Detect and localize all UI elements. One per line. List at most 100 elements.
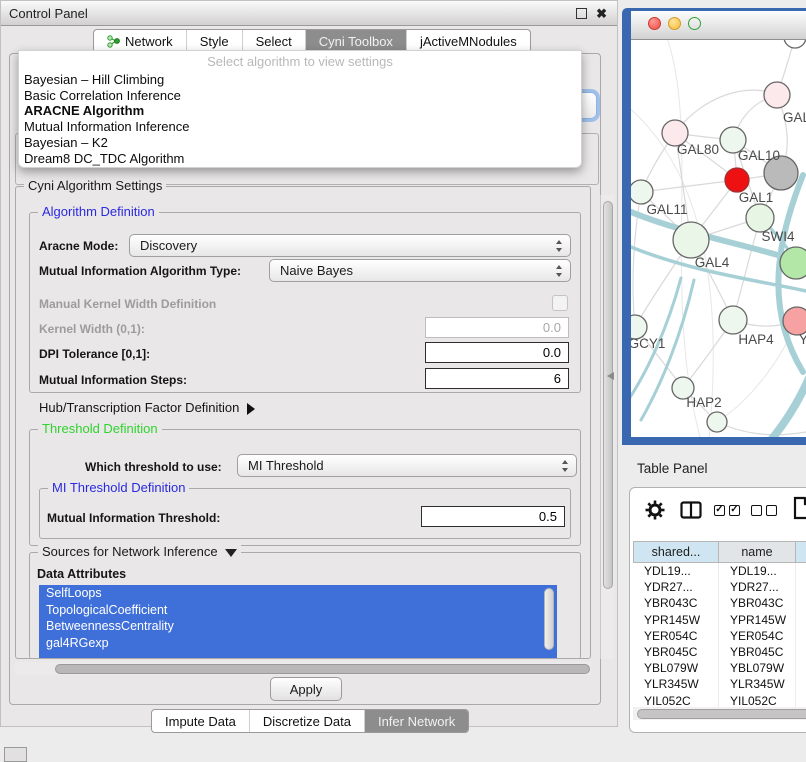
mi-algorithm-type-combo[interactable]: Naive Bayes	[269, 259, 571, 282]
attribute-list-item[interactable]: BetweennessCentrality	[39, 618, 557, 635]
table-cell: YLR345W	[633, 676, 719, 692]
network-node-label: Y	[799, 332, 806, 347]
control-panel-window: Control Panel ✖ Network S	[0, 0, 618, 727]
network-node[interactable]	[780, 247, 806, 279]
attributes-scrollbar[interactable]	[544, 588, 554, 650]
settings-vertical-scrollbar[interactable]	[600, 195, 614, 659]
float-window-icon[interactable]	[576, 8, 587, 19]
unchecked-checkbox-icon[interactable]	[766, 505, 777, 516]
scrollbar-thumb[interactable]	[55, 664, 590, 674]
network-node-label: HAP4	[738, 332, 774, 347]
table-cell: 9.	[796, 644, 806, 660]
file-icon[interactable]	[793, 496, 806, 525]
network-node-label: SWI4	[761, 229, 794, 244]
algorithm-option[interactable]: Mutual Information Inference	[19, 119, 581, 135]
gear-icon[interactable]	[644, 499, 666, 526]
network-edge[interactable]	[771, 378, 806, 437]
hub-definition-toggle[interactable]: Hub/Transcription Factor Definition	[39, 400, 255, 415]
network-node[interactable]	[784, 40, 806, 48]
algorithm-option[interactable]: Dream8 DC_TDC Algorithm	[19, 151, 581, 167]
control-panel-title: Control Panel	[1, 6, 88, 21]
table-row[interactable]: YER054CYER054C8.	[630, 628, 806, 644]
checked-checkbox-icon[interactable]: ✓	[729, 505, 740, 516]
tab-impute-data[interactable]: Impute Data	[152, 710, 249, 732]
expanded-arrow-icon[interactable]	[225, 549, 237, 557]
data-attributes-list[interactable]: SelfLoopsTopologicalCoefficientBetweenne…	[39, 585, 557, 658]
network-node[interactable]	[707, 412, 727, 432]
cyni-algorithm-settings-legend: Cyni Algorithm Settings	[24, 178, 166, 193]
network-icon	[107, 35, 120, 48]
mi-threshold-input[interactable]: 0.5	[421, 506, 565, 527]
aracne-mode-value: Discovery	[140, 238, 197, 253]
table-row[interactable]: YDL19...YDL19...13	[630, 563, 806, 579]
close-icon[interactable]: ✖	[596, 7, 607, 20]
algorithm-option[interactable]: Bayesian – K2	[19, 135, 581, 151]
tab-select[interactable]: Select	[242, 30, 305, 52]
attribute-list-item[interactable]: SelfLoops	[39, 585, 557, 602]
algorithm-option[interactable]: Bayesian – Hill Climbing	[19, 72, 581, 88]
network-node-label: GAL4	[695, 255, 730, 270]
table-row[interactable]: YDR27...YDR27...12	[630, 579, 806, 595]
tab-network[interactable]: Network	[94, 30, 186, 52]
network-node[interactable]	[725, 168, 749, 192]
table-column-header[interactable]: name	[719, 541, 796, 563]
minimize-traffic-light[interactable]	[668, 17, 681, 30]
panel-corner-button[interactable]	[4, 747, 27, 762]
table-column-header[interactable]: shared...	[633, 541, 719, 563]
network-canvas[interactable]: GALGAL80GAL10GAL1GAL11SWI4GAL4GCY1HAP4YH…	[631, 40, 806, 437]
checked-checkbox-icon[interactable]: ✓	[714, 505, 725, 516]
table-cell: YBR043C	[633, 595, 719, 611]
network-node[interactable]	[783, 307, 806, 335]
table-row[interactable]: YPR145WYPR145W9.	[630, 612, 806, 628]
table-header-row: shared...name	[630, 541, 806, 563]
tab-infer-network[interactable]: Infer Network	[364, 710, 468, 732]
tab-discretize-data[interactable]: Discretize Data	[249, 710, 364, 732]
table-cell: 12	[796, 579, 806, 595]
which-threshold-combo[interactable]: MI Threshold	[237, 454, 577, 477]
close-traffic-light[interactable]	[648, 17, 661, 30]
zoom-traffic-light[interactable]	[688, 17, 701, 30]
table-cell: YDL19...	[719, 563, 796, 579]
kernel-width-input[interactable]: 0.0	[425, 317, 569, 338]
tab-jactivemnodules[interactable]: jActiveMNodules	[406, 30, 530, 52]
network-edge[interactable]	[675, 90, 777, 133]
algorithm-option[interactable]: Basic Correlation Inference	[19, 88, 581, 104]
dpi-tolerance-input[interactable]: 0.0	[425, 342, 569, 363]
algorithm-option[interactable]: ARACNE Algorithm	[19, 103, 581, 119]
tab-label: Infer Network	[378, 714, 455, 729]
network-window-titlebar	[631, 11, 806, 40]
collapsed-arrow-icon	[247, 403, 255, 415]
manual-kernel-width-checkbox[interactable]	[552, 295, 568, 311]
apply-button[interactable]: Apply	[270, 677, 342, 701]
tab-style[interactable]: Style	[186, 30, 242, 52]
combo-arrows-icon	[556, 265, 563, 277]
table-panel: ✓ ✓ shared...name YDL19...YDL19...13YDR2…	[629, 487, 806, 733]
unchecked-checkbox-icon[interactable]	[751, 505, 762, 516]
scrollbar-thumb[interactable]	[603, 201, 613, 589]
network-edge[interactable]	[717, 422, 806, 435]
network-node[interactable]	[631, 180, 653, 204]
table-column-header[interactable]	[796, 541, 806, 563]
mi-steps-input[interactable]: 6	[425, 368, 569, 389]
network-node[interactable]	[673, 222, 709, 258]
tab-cyni-toolbox[interactable]: Cyni Toolbox	[305, 30, 406, 52]
attribute-list-item[interactable]: TopologicalCoefficient	[39, 602, 557, 619]
network-node-label: HAP2	[686, 395, 721, 410]
network-node[interactable]	[764, 82, 790, 108]
network-node[interactable]	[719, 306, 747, 334]
network-edge[interactable]	[641, 180, 737, 192]
network-node-label: GAL	[783, 110, 806, 125]
scrollbar-thumb[interactable]	[637, 709, 806, 719]
columns-icon[interactable]	[680, 501, 702, 524]
network-edge[interactable]	[733, 218, 760, 320]
table-row[interactable]: YBR043CYBR043C	[630, 595, 806, 611]
settings-horizontal-scrollbar[interactable]	[15, 662, 591, 675]
table-horizontal-scrollbar[interactable]	[633, 707, 806, 720]
attribute-list-item[interactable]: gal4RGexp	[39, 635, 557, 652]
table-row[interactable]: YLR345WYLR345W9.	[630, 676, 806, 692]
network-node[interactable]	[746, 204, 774, 232]
table-row[interactable]: YBL079WYBL079W	[630, 660, 806, 676]
table-row[interactable]: YBR045CYBR045C9.	[630, 644, 806, 660]
aracne-mode-combo[interactable]: Discovery	[129, 234, 571, 257]
combo-arrows-icon	[562, 460, 569, 472]
